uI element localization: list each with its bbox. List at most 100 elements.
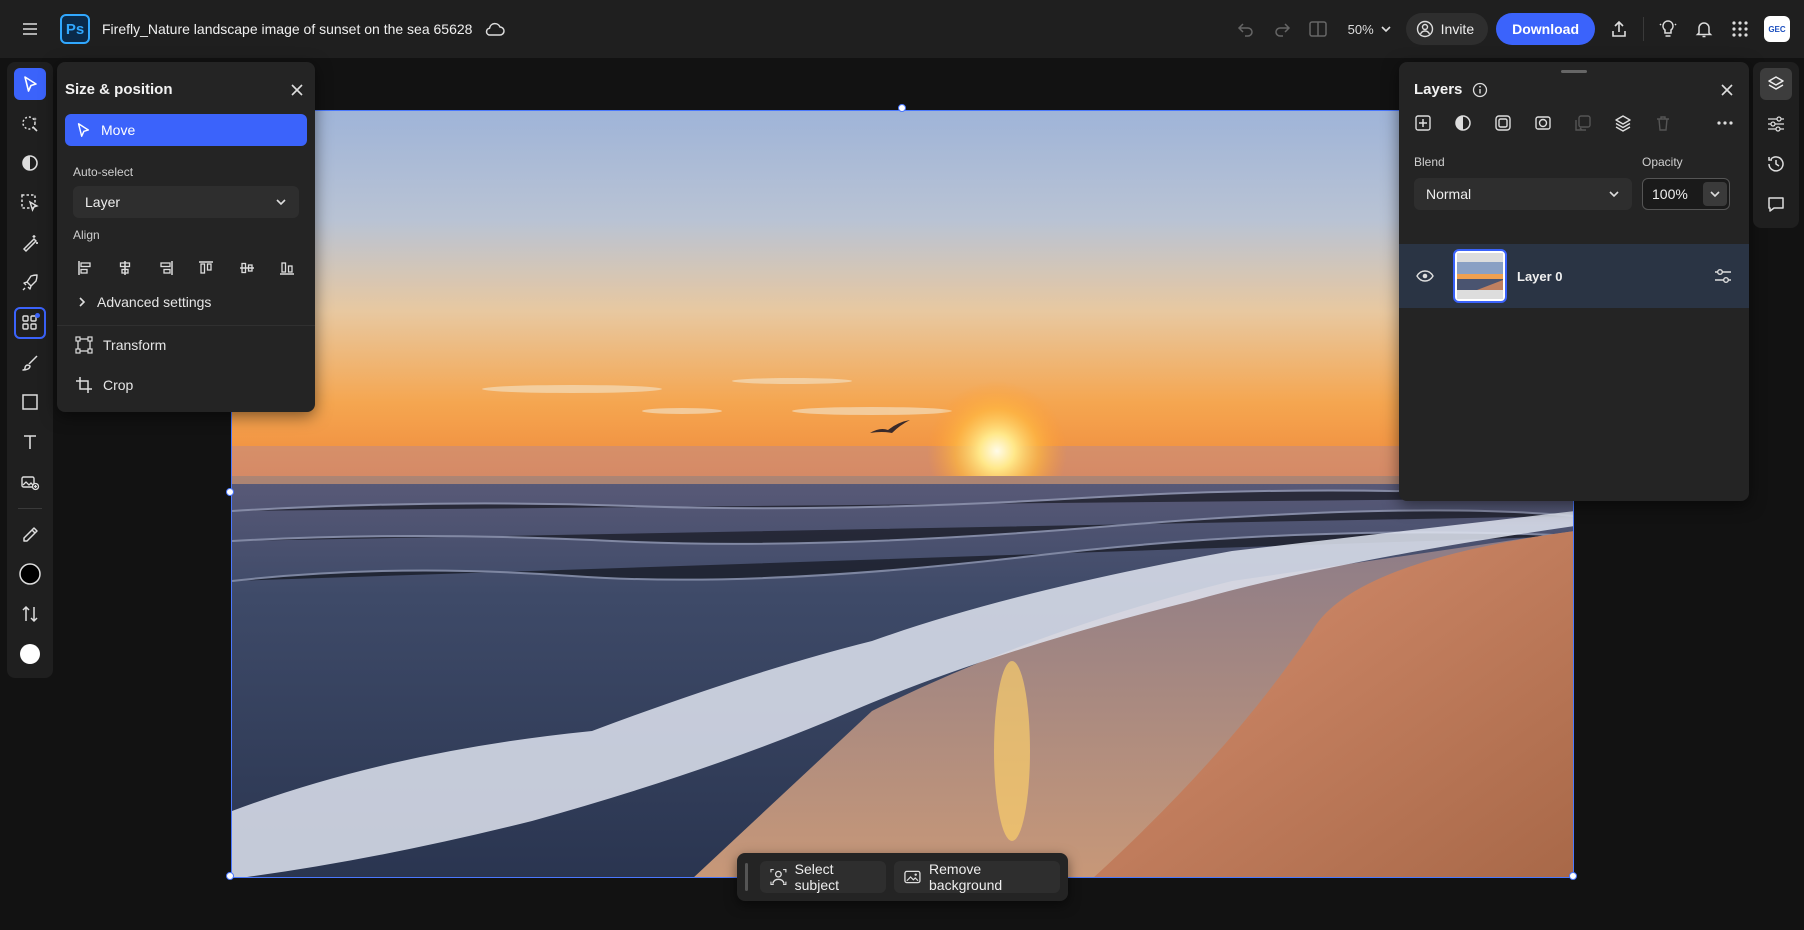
properties-panel-button[interactable] <box>1760 108 1792 140</box>
select-subject-button[interactable]: Select subject <box>759 861 887 893</box>
toolbar-divider <box>18 507 42 509</box>
remove-background-label: Remove background <box>929 861 1003 893</box>
sliders-icon <box>1768 116 1784 132</box>
shape-tool[interactable] <box>14 386 46 418</box>
compare-icon[interactable] <box>1300 11 1336 47</box>
zoom-control[interactable]: 50% <box>1348 22 1392 37</box>
generative-fill-tool[interactable] <box>14 466 46 498</box>
invite-label: Invite <box>1440 21 1475 37</box>
remove-background-button[interactable]: Remove background <box>894 861 1060 893</box>
more-options-icon[interactable] <box>1713 111 1737 135</box>
layers-panel-button[interactable] <box>1760 68 1792 100</box>
avatar[interactable]: GEC <box>1764 16 1790 42</box>
apps-grid-icon[interactable] <box>1722 11 1758 47</box>
move-label: Move <box>101 122 136 138</box>
visibility-toggle[interactable] <box>1413 264 1437 288</box>
info-icon[interactable] <box>1472 82 1488 98</box>
chevron-down-icon <box>1381 26 1391 33</box>
history-panel-button[interactable] <box>1760 148 1792 180</box>
cloud-icon[interactable] <box>476 11 512 47</box>
select-subject-label: Select subject <box>794 861 839 893</box>
adjustment-layer-icon[interactable] <box>1451 111 1475 135</box>
transform-handle-top[interactable] <box>898 104 906 112</box>
shape-icon <box>22 394 38 411</box>
share-icon[interactable] <box>1601 11 1637 47</box>
transform-icon <box>75 336 93 354</box>
align-center-horizontal-icon[interactable] <box>113 256 137 280</box>
layer-properties-icon[interactable] <box>1711 264 1735 288</box>
zoom-value: 50% <box>1347 21 1374 37</box>
invite-button[interactable]: Invite <box>1405 13 1489 45</box>
move-option[interactable]: Move <box>65 114 307 146</box>
notifications-icon[interactable] <box>1686 11 1722 47</box>
select-area-icon <box>21 194 39 213</box>
quick-select-tool[interactable] <box>14 108 46 140</box>
crop-icon <box>76 377 92 393</box>
align-right-icon[interactable] <box>154 256 178 280</box>
auto-select-value: Layer <box>85 194 121 210</box>
lightbulb-icon[interactable] <box>1650 11 1686 47</box>
delete-layer-icon[interactable] <box>1651 111 1675 135</box>
document-title[interactable]: Firefly_Nature landscape image of sunset… <box>102 21 472 37</box>
foreground-color[interactable] <box>14 559 46 591</box>
select-icon <box>24 76 37 92</box>
eyedropper-tool[interactable] <box>14 519 46 551</box>
close-icon[interactable] <box>1717 80 1737 100</box>
quick-select-icon <box>22 115 38 132</box>
retouch-tool[interactable] <box>14 227 46 259</box>
align-buttons <box>73 256 299 280</box>
close-icon[interactable] <box>287 80 307 100</box>
comment-icon <box>1768 197 1784 212</box>
transform-option[interactable]: Transform <box>75 336 166 354</box>
layer-thumbnail[interactable] <box>1453 249 1507 303</box>
layer-stack-icon[interactable] <box>1611 111 1635 135</box>
mask-icon[interactable] <box>1531 111 1555 135</box>
add-layer-icon[interactable] <box>1411 111 1435 135</box>
align-center-vertical-icon[interactable] <box>235 256 259 280</box>
align-bottom-icon[interactable] <box>275 256 299 280</box>
layers-title-label: Layers <box>1414 81 1463 98</box>
fill-layer-icon[interactable] <box>1491 111 1515 135</box>
undo-icon[interactable] <box>1228 11 1264 47</box>
photoshop-logo: Ps <box>60 14 90 44</box>
size-position-tool[interactable] <box>14 306 46 339</box>
text-tool[interactable] <box>14 426 46 458</box>
blend-mode-dropdown[interactable]: Normal <box>1414 178 1632 210</box>
download-button[interactable]: Download <box>1496 13 1595 45</box>
select-subject-icon <box>770 868 787 886</box>
chevron-down-icon <box>1710 191 1720 198</box>
transform-handle-bottom-left[interactable] <box>226 872 234 880</box>
advanced-settings-toggle[interactable]: Advanced settings <box>77 294 211 310</box>
align-left-icon[interactable] <box>73 256 97 280</box>
align-top-icon[interactable] <box>194 256 218 280</box>
menu-icon[interactable] <box>12 11 48 47</box>
select-area-tool[interactable] <box>14 187 46 219</box>
canvas-image[interactable] <box>231 110 1574 878</box>
select-tool[interactable] <box>14 68 46 100</box>
align-label: Align <box>73 228 100 242</box>
swap-colors-icon[interactable] <box>14 598 46 630</box>
auto-select-dropdown[interactable]: Layer <box>73 186 299 218</box>
brush-tool[interactable] <box>14 347 46 379</box>
transform-handle-bottom-right[interactable] <box>1569 872 1577 880</box>
panel-drag-handle[interactable] <box>1561 70 1587 73</box>
adjust-tool[interactable] <box>14 148 46 180</box>
redo-icon[interactable] <box>1264 11 1300 47</box>
layer-row[interactable]: Layer 0 <box>1399 244 1749 308</box>
advanced-settings-label: Advanced settings <box>97 294 212 310</box>
transform-handle-left[interactable] <box>226 488 234 496</box>
auto-select-label: Auto-select <box>73 165 134 179</box>
background-color[interactable] <box>14 638 46 670</box>
task-bar-drag-handle[interactable] <box>745 863 748 891</box>
panel-title: Size & position <box>65 81 173 98</box>
comments-panel-button[interactable] <box>1760 188 1792 220</box>
quick-actions-tool[interactable] <box>14 267 46 299</box>
opacity-field[interactable]: 100% <box>1642 178 1730 210</box>
clip-layer-icon[interactable] <box>1571 111 1595 135</box>
opacity-dropdown-button[interactable] <box>1703 182 1727 206</box>
layers-icon <box>1768 76 1784 90</box>
top-bar: Ps Firefly_Nature landscape image of sun… <box>0 0 1804 58</box>
crop-option[interactable]: Crop <box>75 376 133 394</box>
chevron-down-icon <box>1609 191 1619 198</box>
layer-name[interactable]: Layer 0 <box>1517 269 1711 284</box>
